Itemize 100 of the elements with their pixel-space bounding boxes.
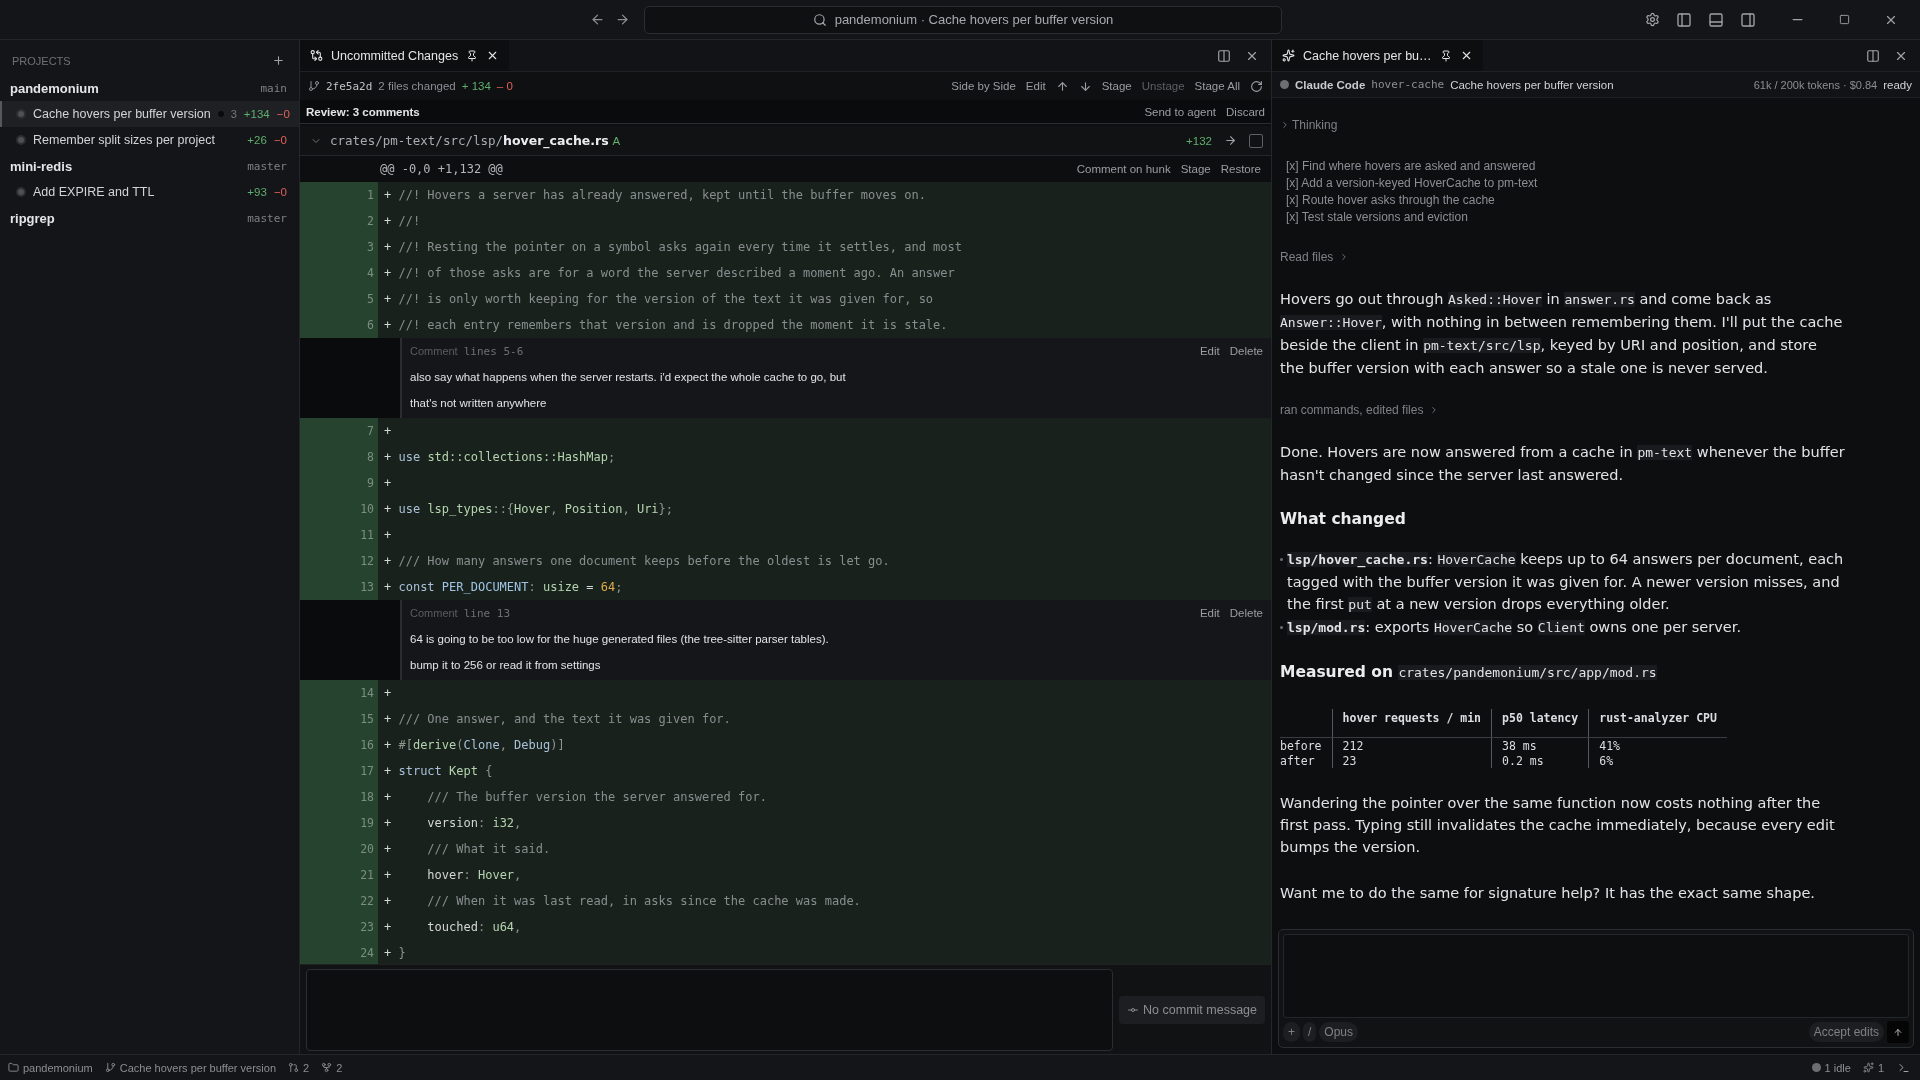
fork-icon — [321, 1062, 333, 1073]
table-header: rust-analyzer CPU — [1588, 709, 1727, 738]
hunk-button[interactable]: Restore — [1220, 163, 1261, 175]
comment-text: 64 is going to be too low for the huge generated files (the tree-sitter parser tables). bump it to 256 or read it from settings — [410, 632, 830, 673]
project-status[interactable]: pandemonium — [8, 1061, 93, 1074]
toolbar-button[interactable]: Side by Side — [951, 80, 1016, 92]
code-line: + //! Resting the pointer on a symbol asks again every time it settles, and most — [383, 240, 962, 254]
code-line: + /// One answer, and the text it was given for. — [383, 712, 731, 726]
composer-button[interactable]: + — [1283, 1022, 1300, 1042]
line-number: 20 — [300, 836, 378, 862]
code-line: + — [383, 476, 393, 490]
down-arrow-icon[interactable] — [1078, 79, 1092, 93]
bullet-text: lsp/mod.rs: exports HoverCache so Client owns one per server. — [1287, 618, 1741, 637]
task-item: [x] Test stale versions and eviction — [1286, 209, 1469, 226]
comment-button[interactable]: Delete — [1229, 345, 1263, 357]
sparkle-icon — [1862, 1062, 1874, 1073]
composer-button[interactable]: / — [1303, 1022, 1317, 1042]
model-button[interactable]: Opus — [1319, 1022, 1359, 1042]
settings-icon[interactable] — [1643, 10, 1662, 29]
session-item[interactable]: Remember split sizes per project +26 −0 — [0, 127, 299, 153]
session-item[interactable]: Cache hovers per buffer version 3 +134 −0 — [0, 101, 299, 127]
line-number: 18 — [300, 784, 378, 810]
editor-tab[interactable]: Uncommitted Changes — [300, 40, 510, 71]
code-line: + use std::collections::HashMap; — [383, 450, 616, 464]
code-line: + — [383, 528, 393, 542]
hunk-header: @@ -0,0 +1,132 @@ — [379, 162, 503, 176]
checkbox[interactable] — [1249, 133, 1263, 148]
up-arrow-icon[interactable] — [1055, 79, 1069, 93]
line-number: 8 — [300, 444, 378, 470]
added-count: +93 — [247, 186, 267, 198]
search-field[interactable]: pandemonium · Cache hovers per buffer version — [644, 5, 1282, 34]
session-item[interactable]: Add EXPIRE and TTL +93 −0 — [0, 179, 299, 205]
line-number: 4 — [300, 260, 378, 286]
commit-message-field[interactable] — [306, 968, 1114, 1051]
added-count: +132 — [1186, 134, 1212, 147]
review-button[interactable]: Discard — [1226, 105, 1265, 118]
code-line: + const PER_DOCUMENT: usize = 64; — [383, 580, 623, 594]
bullet-text: lsp/hover_cache.rs: HoverCache keeps up to 64 answers per document, each tagged with the buffer version it was given for. A newer version misses, and the first put at a new version drops everything older. — [1287, 550, 1845, 614]
hunk-button[interactable]: Stage — [1180, 163, 1211, 175]
message-text: Done. Hovers are now answered from a cache in pm-text whenever the buffer hasn't changed since the server last answered. — [1280, 443, 1845, 485]
mode-button[interactable]: Accept edits — [1808, 1022, 1884, 1042]
comment-button[interactable]: Delete — [1229, 607, 1263, 619]
code-line: + /// What it said. — [383, 842, 551, 856]
comment-button[interactable]: Edit — [1199, 607, 1220, 619]
line-number: 22 — [300, 888, 378, 914]
branch-status[interactable]: Cache hovers per buffer version — [104, 1061, 277, 1074]
bullet-mark — [1280, 558, 1283, 561]
table-cell: 41% — [1588, 737, 1727, 753]
code-line: + //! Hovers a server has already answered, kept until the buffer moves on. — [383, 188, 926, 202]
activity-toggle[interactable]: Read files — [1280, 250, 1350, 264]
refresh-icon[interactable] — [1250, 79, 1263, 93]
line-number: 10 — [300, 496, 378, 522]
changes-status[interactable]: 2 — [288, 1061, 310, 1074]
comment-text: also say what happens when the server restarts. i'd expect the whole cache to go, but that's not written anywhere — [410, 370, 847, 411]
running-status[interactable]: 1 — [1862, 1061, 1884, 1074]
send-icon[interactable] — [1887, 1021, 1909, 1043]
code-line: + /// When it was last read, in asks since the cache was made. — [383, 894, 861, 908]
commit-button[interactable]: No commit message — [1119, 995, 1265, 1024]
agent-tab[interactable]: Cache hovers per bu… — [1272, 40, 1483, 71]
comment-button[interactable]: Edit — [1199, 345, 1220, 357]
thinking-toggle[interactable]: Thinking — [1280, 118, 1338, 132]
files-changed: 2 files changed — [378, 80, 456, 92]
toolbar-button[interactable]: Stage — [1101, 80, 1132, 92]
maximize-icon[interactable] — [1837, 12, 1852, 27]
message-input[interactable] — [1283, 934, 1909, 1018]
task-title: Cache hovers per buffer version — [1450, 78, 1614, 91]
code-line: + touched: u64, — [383, 920, 522, 934]
toolbar-button[interactable]: Edit — [1025, 80, 1046, 92]
code-line: + #[derive(Clone, Debug)] — [383, 738, 565, 752]
removed-count: −0 — [273, 186, 287, 198]
search-icon — [812, 12, 827, 27]
line-number: 16 — [300, 732, 378, 758]
line-number: 1 — [300, 182, 378, 208]
comment-label: Comment — [410, 607, 458, 619]
removed-count: – 0 — [496, 80, 513, 92]
folder-icon — [8, 1062, 19, 1073]
hunk-button[interactable]: Comment on hunk — [1076, 163, 1171, 175]
forks-status[interactable]: 2 — [321, 1061, 343, 1074]
project-name[interactable]: mini-redis — [10, 158, 73, 174]
status-dot — [16, 135, 26, 145]
project-name[interactable]: pandemonium — [10, 80, 99, 96]
code-line: + /// The buffer version the server answered for. — [383, 790, 767, 804]
line-number: 15 — [300, 706, 378, 732]
review-summary: Review: 3 comments — [306, 105, 420, 118]
removed-count: −0 — [273, 134, 287, 146]
idle-status[interactable]: 1 idle — [1811, 1061, 1851, 1074]
file-status: A — [612, 134, 621, 147]
status-dot — [16, 109, 26, 119]
agent-name: Claude Code — [1295, 78, 1366, 91]
search-text: pandemonium · Cache hovers per buffer version — [834, 12, 1114, 27]
activity-toggle[interactable]: ran commands, edited files — [1280, 403, 1440, 417]
bullet-mark — [1280, 626, 1283, 629]
code-line: + version: i32, — [383, 816, 522, 830]
review-button[interactable]: Send to agent — [1144, 105, 1216, 118]
sidebar-heading: PROJECTS — [12, 54, 71, 67]
project-name[interactable]: ripgrep — [10, 210, 55, 226]
toolbar-button[interactable]: Stage All — [1194, 80, 1240, 92]
comment-label: Comment — [410, 345, 458, 357]
count-label: 3 — [230, 108, 237, 120]
table-cell: 6% — [1588, 753, 1727, 768]
